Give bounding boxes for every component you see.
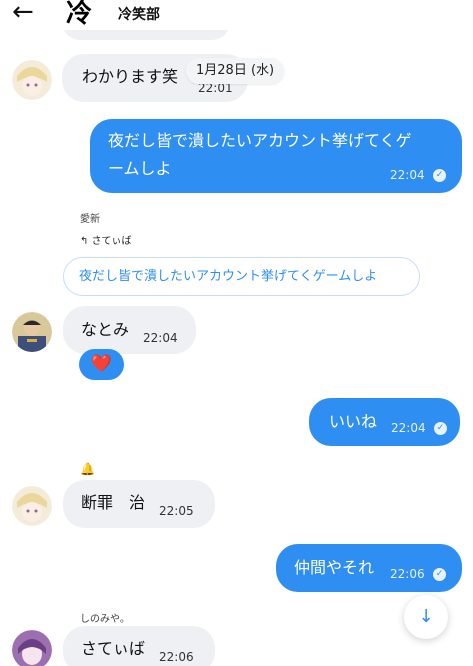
message-time: 22:06	[390, 567, 425, 581]
message-text: 仲間やそれ	[294, 558, 375, 577]
scroll-to-bottom-button[interactable]: ↓	[404, 595, 448, 639]
message-time: 22:04	[143, 331, 178, 345]
message-time: 22:06	[159, 650, 194, 664]
avatar[interactable]	[12, 486, 52, 526]
message-time: 22:04	[391, 421, 426, 435]
bell-icon: 🔔	[80, 462, 95, 476]
message-text: わかります笑	[82, 67, 179, 86]
reaction-badge[interactable]: ❤️	[79, 349, 124, 380]
avatar[interactable]	[12, 312, 52, 352]
avatar[interactable]	[12, 60, 52, 100]
reply-to-name: さてぃば	[91, 236, 132, 247]
message-bubble[interactable]: 仲間やそれ 22:06 ✓	[276, 544, 462, 592]
chat-header: ← 冷 冷笑部	[0, 0, 473, 30]
sender-name: しのみや。	[80, 614, 130, 625]
message-bubble[interactable]: 断罪 治 22:05	[63, 480, 215, 528]
message-bubble[interactable]: いいね 22:04 ✓	[309, 398, 460, 446]
message-text-line-1: 夜だし皆で潰したいアカウント挙げてくゲ	[108, 131, 412, 150]
heart-icon: ❤️	[90, 354, 113, 374]
message-bubble[interactable]: さてぃば 22:06	[63, 626, 215, 666]
message-time: 22:05	[159, 504, 194, 518]
check-circle-icon: ✓	[433, 568, 446, 581]
message-text-line-2: ームしよ	[108, 159, 172, 178]
check-circle-icon: ✓	[433, 169, 446, 182]
message-text: 断罪 治	[81, 493, 146, 512]
sender-name: 愛新	[80, 214, 100, 225]
reply-arrow-icon: ↰	[80, 236, 92, 247]
group-title[interactable]: 冷笑部	[118, 4, 160, 24]
avatar[interactable]	[12, 630, 52, 666]
arrow-down-icon: ↓	[418, 606, 434, 627]
message-text: さてぃば	[81, 639, 146, 658]
message-bubble[interactable]: なとみ 22:04	[63, 306, 196, 354]
message-text: なとみ	[81, 320, 130, 339]
check-circle-icon: ✓	[434, 422, 447, 435]
message-text: いいね	[329, 412, 378, 431]
date-badge: 1月28日 (水)	[186, 58, 285, 84]
back-button[interactable]: ←	[12, 0, 42, 26]
message-time: 22:04	[390, 168, 425, 182]
arrow-left-icon: ←	[12, 0, 34, 27]
message-bubble[interactable]: 夜だし皆で潰したいアカウント挙げてくゲ ームしよ 22:04 ✓	[90, 119, 462, 193]
group-icon[interactable]: 冷	[66, 0, 100, 30]
reply-reference[interactable]: ↰ さてぃば	[80, 232, 132, 247]
quoted-message[interactable]: 夜だし皆で潰したいアカウント挙げてくゲームしよ	[63, 257, 420, 296]
